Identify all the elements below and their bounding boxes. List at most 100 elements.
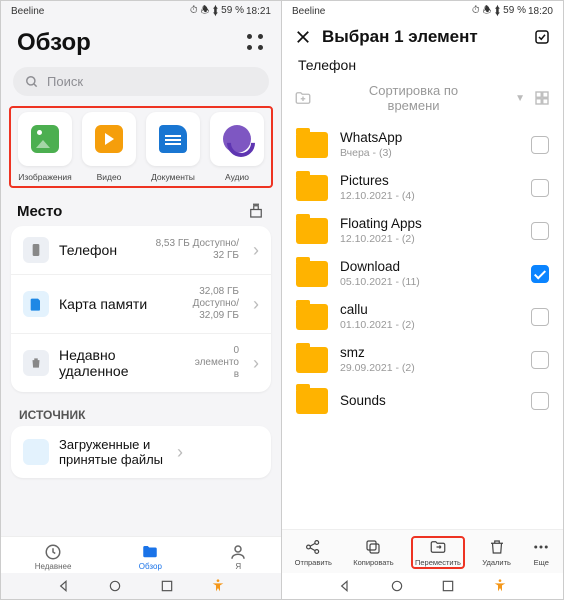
more-icon [532, 538, 550, 556]
page-title: Обзор [17, 29, 91, 57]
clock-icon [44, 543, 62, 561]
place-phone[interactable]: Телефон 8,53 ГБ Доступно/ 32 ГБ › [11, 226, 271, 274]
action-more[interactable]: Еще [528, 536, 554, 569]
folder-icon [296, 261, 328, 287]
category-images[interactable]: Изображения [18, 112, 72, 182]
folder-sub: 01.10.2021 - (2) [340, 319, 519, 331]
folder-sub: 12.10.2021 - (2) [340, 233, 519, 245]
home-button[interactable] [107, 578, 123, 594]
folder-sub: 12.10.2021 - (4) [340, 190, 519, 202]
folder-checkbox[interactable] [531, 136, 549, 154]
folder-name: Download [340, 259, 519, 274]
back-button[interactable] [56, 578, 72, 594]
image-icon [31, 125, 59, 153]
select-all-icon[interactable] [533, 28, 551, 46]
folder-name: Sounds [340, 393, 519, 408]
audio-icon [223, 125, 251, 153]
search-icon [25, 75, 39, 89]
close-icon[interactable] [294, 28, 312, 46]
document-icon [159, 125, 187, 153]
folder-checkbox[interactable] [531, 351, 549, 369]
view-grid-icon[interactable] [533, 89, 551, 107]
sort-label[interactable]: Сортировка по времени [320, 83, 507, 113]
status-time: 18:20 [528, 6, 553, 17]
folder-row[interactable]: Sounds [282, 381, 563, 421]
places-card: Телефон 8,53 ГБ Доступно/ 32 ГБ › Карта … [11, 226, 271, 392]
category-label: Документы [151, 172, 195, 182]
folder-checkbox[interactable] [531, 179, 549, 197]
chevron-right-icon: › [177, 442, 183, 463]
home-button[interactable] [389, 578, 405, 594]
carrier-text: Beeline [11, 6, 44, 17]
folder-sub: 29.09.2021 - (2) [340, 362, 519, 374]
chevron-right-icon: › [253, 353, 259, 374]
category-label: Изображения [18, 172, 71, 182]
chevron-right-icon: › [253, 294, 259, 315]
folder-checkbox[interactable] [531, 265, 549, 283]
back-button[interactable] [337, 578, 353, 594]
folder-row[interactable]: callu 01.10.2021 - (2) [282, 295, 563, 338]
delete-icon [488, 538, 506, 556]
folder-icon [296, 388, 328, 414]
section-source: ИСТОЧНИК [1, 404, 281, 426]
folder-checkbox[interactable] [531, 222, 549, 240]
nav-recent[interactable]: Недавнее [35, 543, 72, 571]
category-documents[interactable]: Документы [146, 112, 200, 182]
folder-icon [296, 132, 328, 158]
action-move[interactable]: Переместить [411, 536, 465, 569]
folder-sub: 05.10.2021 - (11) [340, 276, 519, 288]
chevron-down-icon[interactable]: ▼ [515, 93, 525, 104]
folder-icon [141, 543, 159, 561]
action-delete[interactable]: Удалить [478, 536, 515, 569]
place-label: Телефон [59, 242, 117, 258]
action-copy[interactable]: Копировать [349, 536, 397, 569]
recents-button[interactable] [440, 578, 456, 594]
category-video[interactable]: Видео [82, 112, 136, 182]
folder-row[interactable]: WhatsApp Вчера - (3) [282, 123, 563, 166]
folder-row[interactable]: Floating Apps 12.10.2021 - (2) [282, 209, 563, 252]
category-audio[interactable]: Аудио [210, 112, 264, 182]
folder-icon [296, 175, 328, 201]
action-send[interactable]: Отправить [291, 536, 336, 569]
system-nav [282, 573, 563, 599]
status-bar: Beeline ⏱ 🕭 ⬍ 59 % 18:20 [282, 1, 563, 21]
place-sub: 8,53 ГБ Доступно/ 32 ГБ [156, 238, 239, 262]
accessibility-icon[interactable] [492, 578, 508, 594]
overview-screen: Beeline ⏱ 🕭 ⬍ 59 % 18:21 Обзор Поиск Изо… [1, 1, 282, 599]
cleanup-icon[interactable] [247, 202, 265, 220]
video-icon [95, 125, 123, 153]
status-icons: ⏱ 🕭 ⬍ 59 % [190, 3, 244, 20]
recents-button[interactable] [159, 578, 175, 594]
folder-icon [296, 218, 328, 244]
accessibility-icon[interactable] [210, 578, 226, 594]
source-downloads[interactable]: Загруженные и принятые файлы › [11, 426, 271, 478]
status-icons: ⏱ 🕭 ⬍ 59 % [472, 3, 526, 20]
folder-name: Pictures [340, 173, 519, 188]
folder-row[interactable]: smz 29.09.2021 - (2) [282, 338, 563, 381]
status-time: 18:21 [246, 6, 271, 17]
folder-checkbox[interactable] [531, 392, 549, 410]
breadcrumb[interactable]: Телефон [282, 55, 563, 79]
folder-checkbox[interactable] [531, 308, 549, 326]
phone-storage-icon [28, 242, 44, 258]
nav-overview[interactable]: Обзор [139, 543, 162, 571]
place-label: Карта памяти [59, 296, 147, 312]
search-input[interactable]: Поиск [13, 67, 269, 96]
folder-name: smz [340, 345, 519, 360]
place-trash[interactable]: Недавно удаленное 0 элементо в › [11, 333, 271, 392]
nav-me[interactable]: Я [229, 543, 247, 571]
new-folder-icon[interactable] [294, 89, 312, 107]
folder-icon [296, 347, 328, 373]
system-nav [1, 573, 281, 599]
folder-list[interactable]: WhatsApp Вчера - (3) Pictures 12.10.2021… [282, 123, 563, 529]
menu-grid-icon[interactable] [247, 34, 265, 52]
section-place: Место [17, 203, 62, 220]
place-sub: 0 элементо в [195, 345, 239, 381]
folder-row[interactable]: Download 05.10.2021 - (11) [282, 252, 563, 295]
categories-highlight: Изображения Видео Документы Аудио [9, 106, 273, 188]
sd-card-icon [28, 296, 44, 312]
place-sdcard[interactable]: Карта памяти 32,08 ГБ Доступно/ 32,09 ГБ… [11, 274, 271, 333]
folder-row[interactable]: Pictures 12.10.2021 - (4) [282, 166, 563, 209]
folder-name: WhatsApp [340, 130, 519, 145]
search-placeholder: Поиск [47, 74, 83, 89]
